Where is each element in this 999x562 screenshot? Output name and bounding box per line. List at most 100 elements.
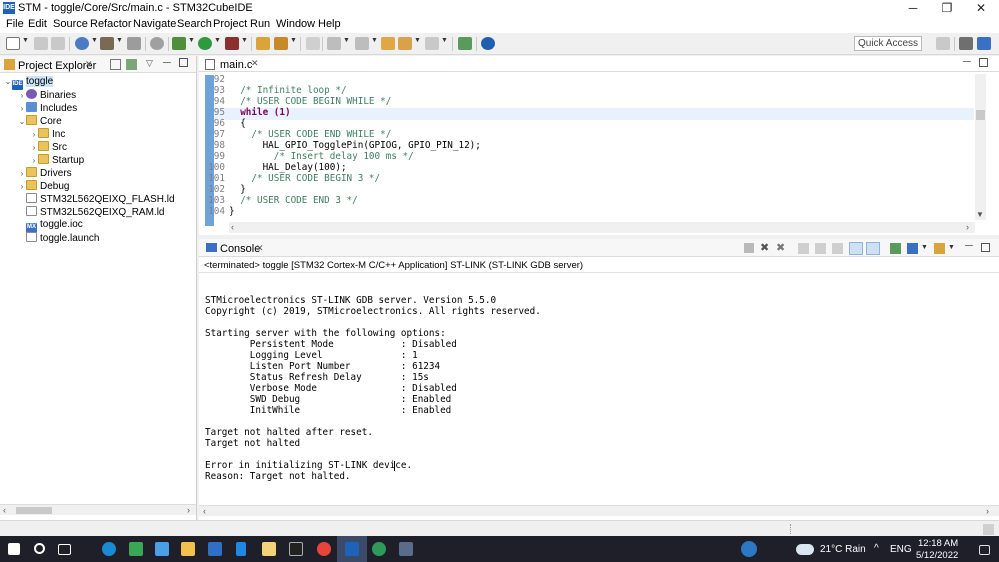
code-line[interactable]: }: [229, 184, 246, 195]
menu-edit[interactable]: Edit: [28, 18, 47, 30]
link-editor-icon[interactable]: [126, 59, 137, 70]
new-console-icon[interactable]: [934, 243, 945, 254]
app-icon-blue[interactable]: [155, 542, 169, 556]
minimize-view-icon[interactable]: ─: [163, 57, 171, 69]
build-icon[interactable]: [100, 37, 114, 50]
back-dropdown-icon[interactable]: ▼: [414, 37, 421, 44]
open-perspective-icon[interactable]: [936, 37, 950, 50]
external-tools-icon[interactable]: [150, 37, 164, 50]
expand-icon[interactable]: ›: [30, 143, 38, 152]
expand-icon[interactable]: ›: [18, 169, 26, 178]
next-annotation-dropdown-icon[interactable]: ▼: [343, 37, 350, 44]
cpp-perspective-icon[interactable]: [959, 37, 973, 50]
save-icon[interactable]: [34, 37, 48, 50]
stm32cubeide-icon[interactable]: [345, 542, 359, 556]
remove-all-icon[interactable]: ✖: [776, 241, 785, 254]
windows-start-icon[interactable]: [8, 543, 20, 555]
close-tab-icon[interactable]: ✕: [251, 58, 259, 69]
chrome-profile-icon[interactable]: [372, 542, 386, 556]
notification-icon[interactable]: [979, 545, 990, 555]
tree-item-includes[interactable]: › Includes: [18, 102, 77, 115]
run-dropdown-icon[interactable]: ▼: [214, 37, 221, 44]
clear-console-icon[interactable]: [798, 243, 809, 254]
expand-icon[interactable]: ›: [30, 130, 38, 139]
minimize-view-icon[interactable]: ─: [963, 56, 971, 68]
terminate-icon[interactable]: [744, 243, 754, 253]
new-icon[interactable]: [6, 37, 20, 50]
editor-vscrollbar[interactable]: ▼: [975, 74, 986, 220]
show-stdout-icon[interactable]: [849, 242, 863, 255]
clean-icon[interactable]: [127, 37, 141, 50]
menu-refactor[interactable]: Refactor: [90, 18, 132, 30]
pin-console-icon[interactable]: [890, 243, 901, 254]
edge-icon[interactable]: [102, 542, 116, 556]
last-edit-icon[interactable]: [381, 37, 395, 50]
close-button[interactable]: ✕: [964, 0, 998, 17]
tree-item-ram-ld[interactable]: STM32L562QEIXQ_RAM.ld: [18, 206, 165, 219]
tree-item-core[interactable]: ⌄ Core: [18, 115, 62, 128]
collapse-all-icon[interactable]: [110, 59, 121, 70]
code-line[interactable]: }: [229, 206, 235, 217]
maximize-view-icon[interactable]: [981, 243, 990, 252]
search-icon[interactable]: [34, 543, 45, 554]
code-line[interactable]: /* Infinite loop */: [229, 85, 346, 96]
expand-icon[interactable]: ⌄: [18, 117, 26, 126]
code-line[interactable]: /* USER CODE BEGIN 3 */: [229, 173, 380, 184]
word-icon[interactable]: [208, 542, 222, 556]
scroll-left-icon[interactable]: ‹: [203, 506, 206, 516]
new-dropdown-icon[interactable]: ▼: [22, 37, 29, 44]
menu-window[interactable]: Window: [276, 18, 315, 30]
tree-item-flash-ld[interactable]: STM32L562QEIXQ_FLASH.ld: [18, 193, 175, 206]
chevron-up-icon[interactable]: ^: [874, 543, 879, 554]
pin-editor-icon[interactable]: [458, 37, 472, 50]
menu-run[interactable]: Run: [250, 18, 270, 30]
code-line[interactable]: /* USER CODE BEGIN WHILE */: [229, 96, 391, 107]
build-settings-icon[interactable]: [75, 37, 89, 50]
pycharm-icon[interactable]: [289, 542, 303, 556]
tree-item-toggle[interactable]: ⌄IDE toggle: [4, 76, 54, 90]
external-run-icon[interactable]: [225, 37, 239, 50]
console-hscrollbar[interactable]: ‹ ›: [199, 505, 999, 516]
clock-date[interactable]: 5/12/2022: [916, 550, 958, 561]
minimize-button[interactable]: ─: [896, 0, 930, 17]
expand-icon[interactable]: ›: [18, 182, 26, 191]
maximize-view-icon[interactable]: [979, 58, 988, 67]
tree-item-binaries[interactable]: › Binaries: [18, 89, 76, 102]
scroll-thumb[interactable]: [16, 507, 52, 514]
console-tab[interactable]: Console: [220, 243, 260, 255]
expand-icon[interactable]: ›: [18, 91, 26, 100]
document-icon[interactable]: [236, 542, 246, 556]
save-all-icon[interactable]: [51, 37, 65, 50]
expand-icon[interactable]: ⌄: [4, 77, 12, 86]
tree-item-inc[interactable]: › Inc: [30, 128, 65, 141]
prev-annotation-dropdown-icon[interactable]: ▼: [371, 37, 378, 44]
code-line[interactable]: HAL_GPIO_TogglePin(GPIOG, GPIO_PIN_12);: [229, 140, 481, 151]
progress-icon[interactable]: [983, 524, 994, 535]
external-run-dropdown-icon[interactable]: ▼: [241, 37, 248, 44]
scroll-left-icon[interactable]: ‹: [3, 505, 6, 515]
task-view-icon[interactable]: [58, 544, 71, 555]
code-line[interactable]: {: [229, 118, 246, 129]
display-console-icon[interactable]: [907, 243, 918, 254]
tree-item-debug[interactable]: › Debug: [18, 180, 69, 193]
tree-item-drivers[interactable]: › Drivers: [18, 167, 72, 180]
debug-icon[interactable]: [172, 37, 186, 50]
menu-search[interactable]: Search: [177, 18, 212, 30]
scroll-right-icon[interactable]: ›: [187, 505, 190, 515]
search-tools-dropdown-icon[interactable]: ▼: [290, 37, 297, 44]
open-folder-icon[interactable]: [256, 37, 270, 50]
debug-perspective-icon[interactable]: [977, 37, 991, 50]
search-tools-icon[interactable]: [274, 37, 288, 50]
run-icon[interactable]: [198, 37, 212, 50]
code-line[interactable]: while (1): [229, 107, 290, 118]
menu-file[interactable]: File: [6, 18, 24, 30]
expand-icon[interactable]: ›: [18, 104, 26, 113]
scroll-down-icon[interactable]: ▼: [976, 210, 984, 219]
prev-annotation-icon[interactable]: [355, 37, 369, 50]
code-line[interactable]: /* USER CODE END 3 */: [229, 195, 358, 206]
clock-time[interactable]: 12:18 AM: [918, 538, 958, 549]
forward-icon[interactable]: [425, 37, 439, 50]
back-icon[interactable]: [398, 37, 412, 50]
word-wrap-icon[interactable]: [832, 243, 843, 254]
editor-hscrollbar[interactable]: ‹ ›: [229, 222, 975, 233]
